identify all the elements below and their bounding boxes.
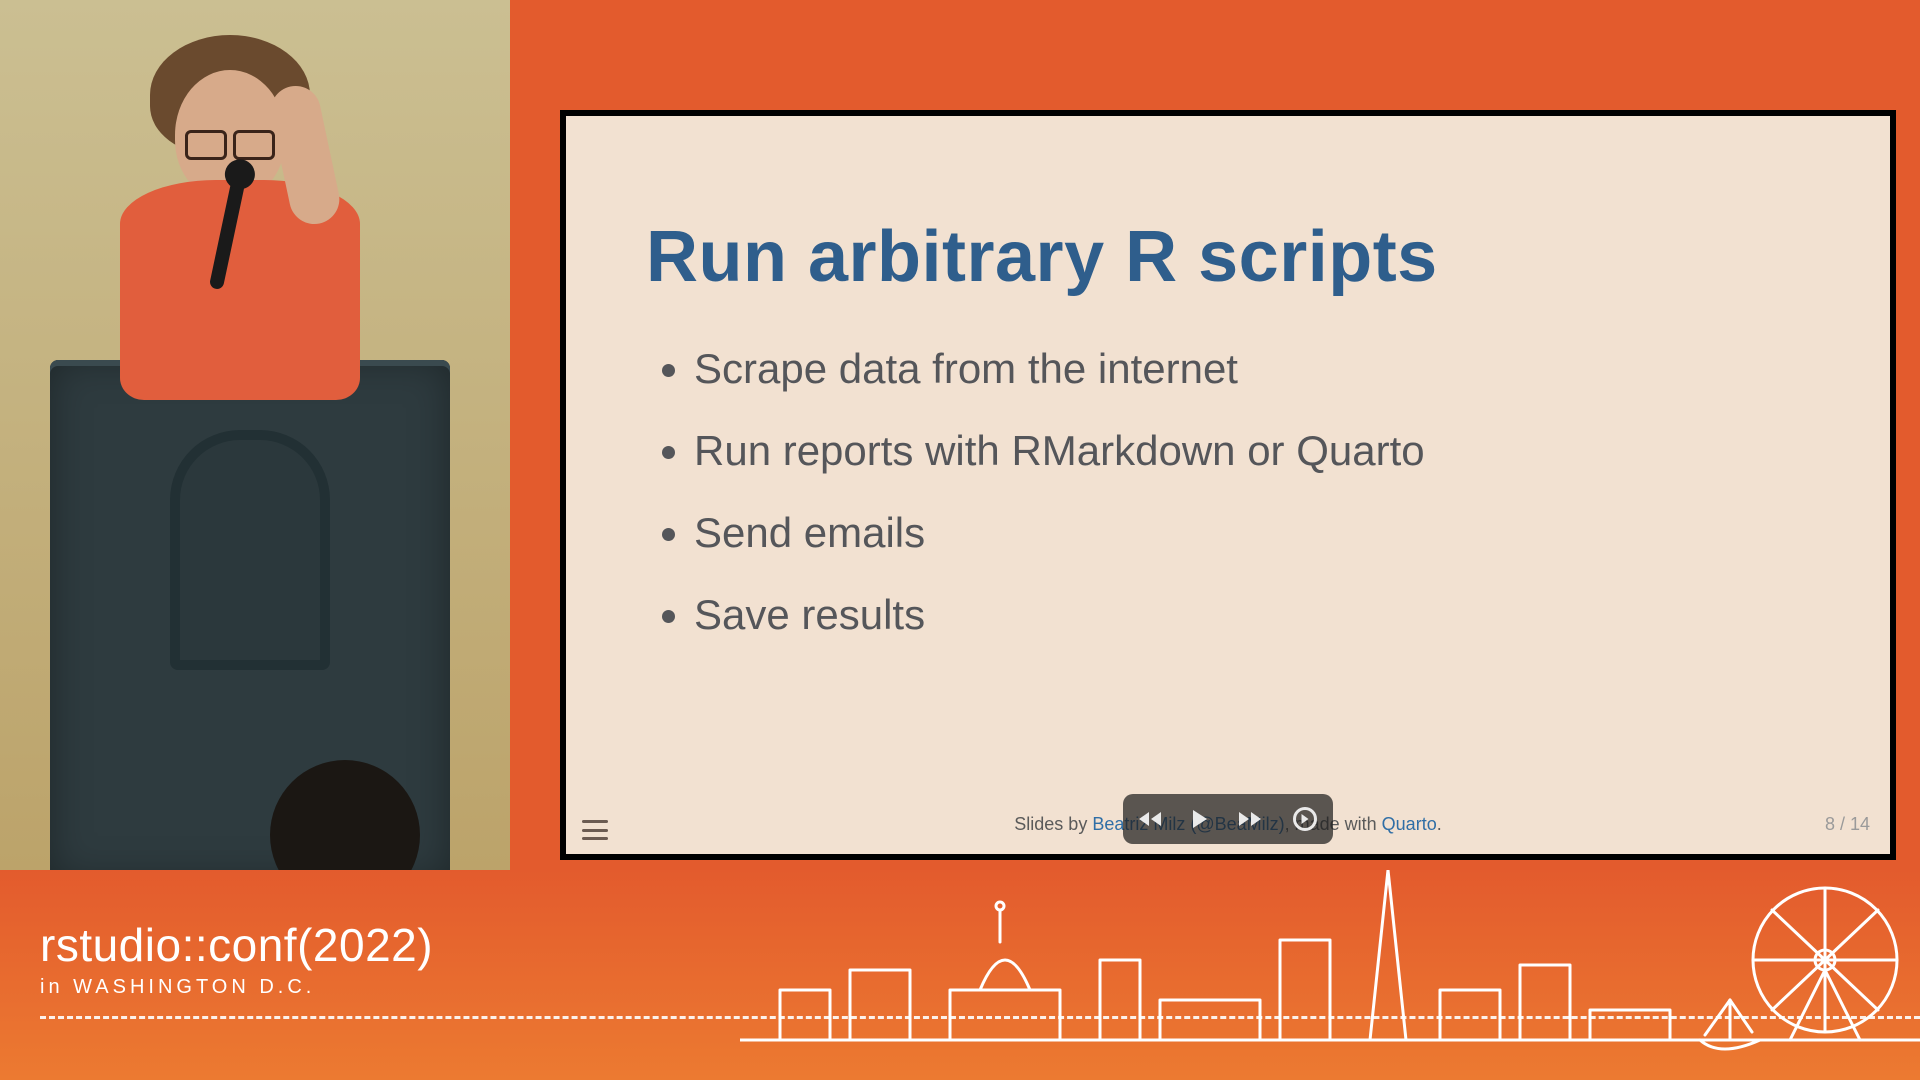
slide-frame: Run arbitrary R scripts Scrape data from… <box>560 110 1896 860</box>
conference-title: rstudio::conf(2022) <box>40 918 433 972</box>
conference-banner: rstudio::conf(2022) in WASHINGTON D.C. <box>0 870 1920 1080</box>
rewind-button[interactable] <box>1139 812 1161 826</box>
slide-bullet: Save results <box>694 574 1810 656</box>
credits-prefix: Slides by <box>1014 814 1092 834</box>
video-player-overlay <box>1123 794 1333 844</box>
slide-bullet-list: Scrape data from the internet Run report… <box>646 328 1810 656</box>
slide-bullet: Run reports with RMarkdown or Quarto <box>694 410 1810 492</box>
brand-light: conf(2022) <box>208 919 433 971</box>
speaker-figure <box>80 30 380 390</box>
slide-title: Run arbitrary R scripts <box>646 216 1810 298</box>
slide: Run arbitrary R scripts Scrape data from… <box>566 116 1890 854</box>
menu-icon[interactable] <box>582 820 608 840</box>
slide-bullet: Scrape data from the internet <box>694 328 1810 410</box>
forward-button[interactable] <box>1239 812 1261 826</box>
replay-button[interactable] <box>1293 807 1317 831</box>
play-button[interactable] <box>1193 810 1207 828</box>
skyline-illustration <box>740 870 1920 1080</box>
credits-tool-link[interactable]: Quarto <box>1382 814 1437 834</box>
brand-bold: rstudio <box>40 919 182 971</box>
speaker-video <box>0 0 510 870</box>
credits-suffix: . <box>1437 814 1442 834</box>
brand-sep: :: <box>182 919 209 971</box>
slide-bullet: Send emails <box>694 492 1810 574</box>
conference-subtitle: in WASHINGTON D.C. <box>40 976 315 999</box>
speaker-illustration <box>0 0 510 870</box>
slide-page-number: 8 / 14 <box>1825 814 1870 835</box>
